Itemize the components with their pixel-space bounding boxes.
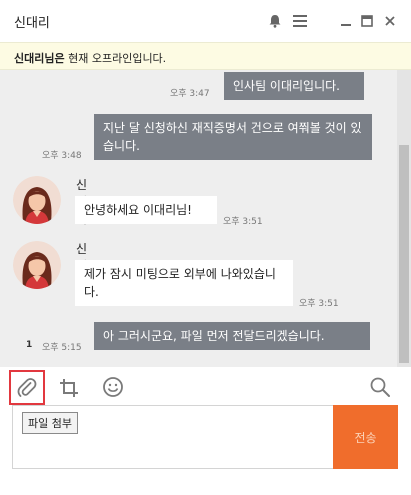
message-bubble: 안녕하세요 이대리님! — [75, 196, 217, 224]
message-bubble: 제가 잠시 미팅으로 외부에 나와있습니다. — [75, 260, 293, 306]
message-bubble: 아 그러시군요, 파일 먼저 전달드리겠습니다. — [94, 322, 370, 350]
message-time: 오후 3:51 — [299, 299, 339, 309]
minimize-icon[interactable] — [337, 12, 355, 30]
composer-toolbar — [0, 367, 411, 405]
attach-icon[interactable] — [9, 370, 45, 405]
notice-text: 현재 오프라인입니다. — [64, 52, 167, 65]
crop-icon[interactable] — [53, 372, 85, 404]
message-time: 오후 3:48 — [42, 151, 82, 161]
chat-area[interactable]: 오후 3:47 인사팀 이대리입니다. 오후 3:48 지난 달 신청하신 재직… — [0, 70, 397, 367]
window-title: 신대리 — [14, 16, 50, 31]
message-time: 오후 3:47 — [170, 89, 210, 99]
notice-name: 신대리님은 — [14, 52, 65, 65]
send-button[interactable]: 전송 — [333, 405, 398, 469]
avatar[interactable] — [13, 241, 61, 289]
bell-icon[interactable] — [266, 12, 284, 30]
search-icon[interactable] — [364, 371, 396, 403]
chat-scrollbar[interactable] — [397, 70, 411, 367]
avatar[interactable] — [13, 176, 61, 224]
message-time: 오후 5:15 — [42, 343, 82, 353]
scroll-thumb[interactable] — [399, 145, 409, 363]
message-time: 오후 3:51 — [223, 217, 263, 227]
message-bubble: 인사팀 이대리입니다. — [224, 72, 364, 100]
offline-notice: 신대리님은 현재 오프라인입니다. — [0, 42, 411, 70]
attach-tooltip: 파일 첨부 — [22, 412, 78, 434]
title-bar: 신대리 — [0, 0, 411, 42]
close-icon[interactable] — [381, 12, 399, 30]
message-bubble: 지난 달 신청하신 재직증명서 건으로 여쭤볼 것이 있습니다. — [94, 114, 372, 160]
unread-count: 1 — [26, 340, 33, 350]
emoji-icon[interactable] — [97, 371, 129, 403]
menu-icon[interactable] — [291, 12, 309, 30]
maximize-icon[interactable] — [358, 12, 376, 30]
